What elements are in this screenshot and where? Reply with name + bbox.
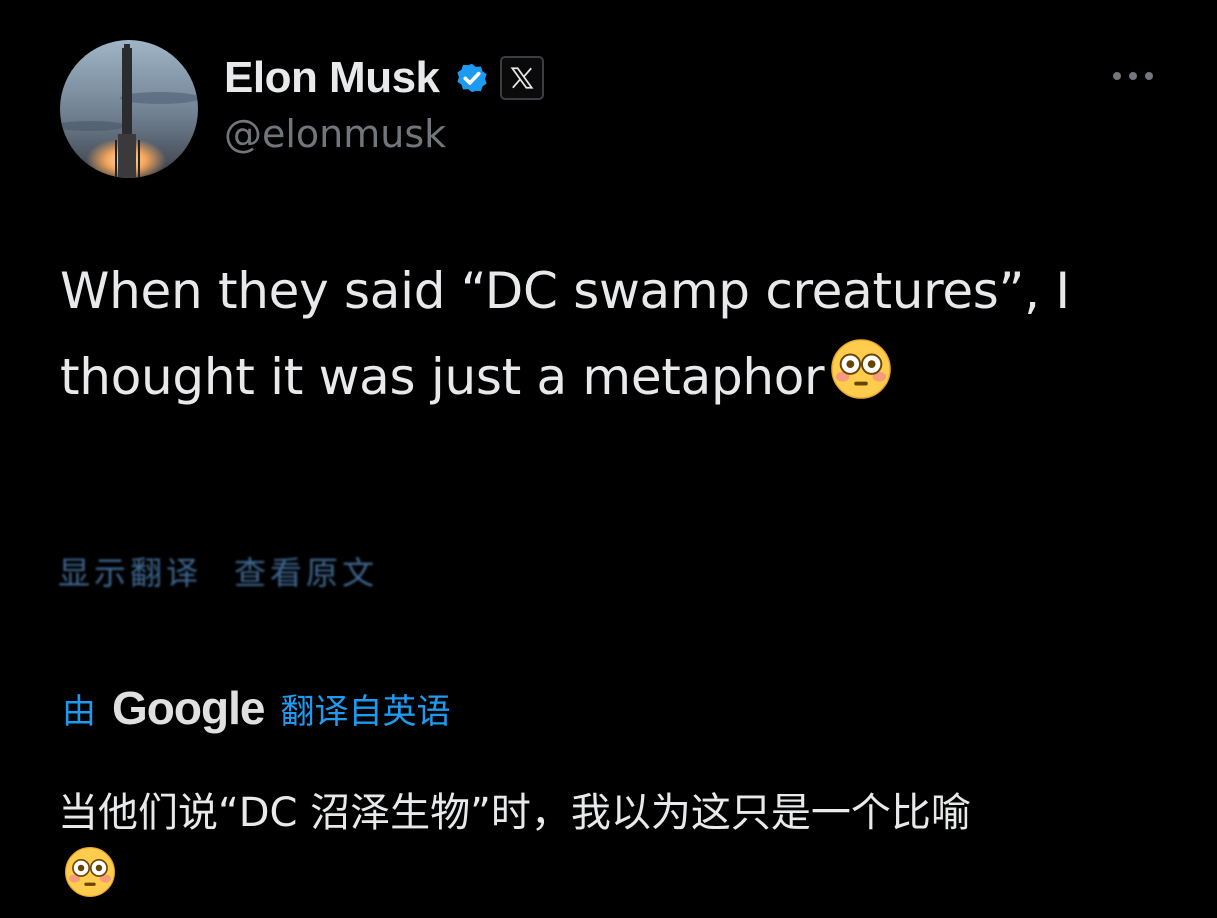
author-handle[interactable]: @elonmusk	[224, 112, 446, 156]
x-logo-icon	[499, 56, 544, 100]
more-options-button[interactable]	[1105, 60, 1161, 92]
translated-by-row: 由 Google 翻译自英语	[62, 680, 450, 736]
flushed-face-emoji	[830, 338, 892, 426]
translate-tweet-link[interactable]: 显示翻译 查看原文	[58, 548, 378, 594]
rocket-launch-avatar	[60, 40, 198, 178]
flushed-face-icon	[831, 339, 892, 399]
flushed-face-emoji-translated	[64, 846, 116, 918]
avatar[interactable]	[60, 40, 198, 178]
author-display-name[interactable]: Elon Musk	[224, 53, 440, 103]
x-logo-glyph	[510, 67, 533, 89]
tweet-body: When they said “DC swamp creatures”, I t…	[60, 262, 1070, 406]
translated-by-label: 由	[62, 691, 96, 732]
source-language-link[interactable]: 翻译自英语	[280, 684, 450, 733]
flushed-face-icon	[65, 847, 115, 897]
verified-badge-icon	[456, 63, 487, 93]
translate-link-label: 显示翻译	[58, 554, 203, 592]
more-options-icon	[1113, 72, 1153, 80]
translate-link-label-secondary: 查看原文	[234, 554, 379, 592]
google-logo: Google	[112, 682, 265, 734]
author-name-row: Elon Musk	[224, 52, 544, 104]
tweet-text: When they said “DC swamp creatures”, I t…	[60, 248, 1160, 426]
translated-text: 当他们说“DC 沼泽生物”时，我以为这只是一个比喻	[58, 780, 1168, 918]
translated-body: 当他们说“DC 沼泽生物”时，我以为这只是一个比喻	[58, 790, 971, 836]
